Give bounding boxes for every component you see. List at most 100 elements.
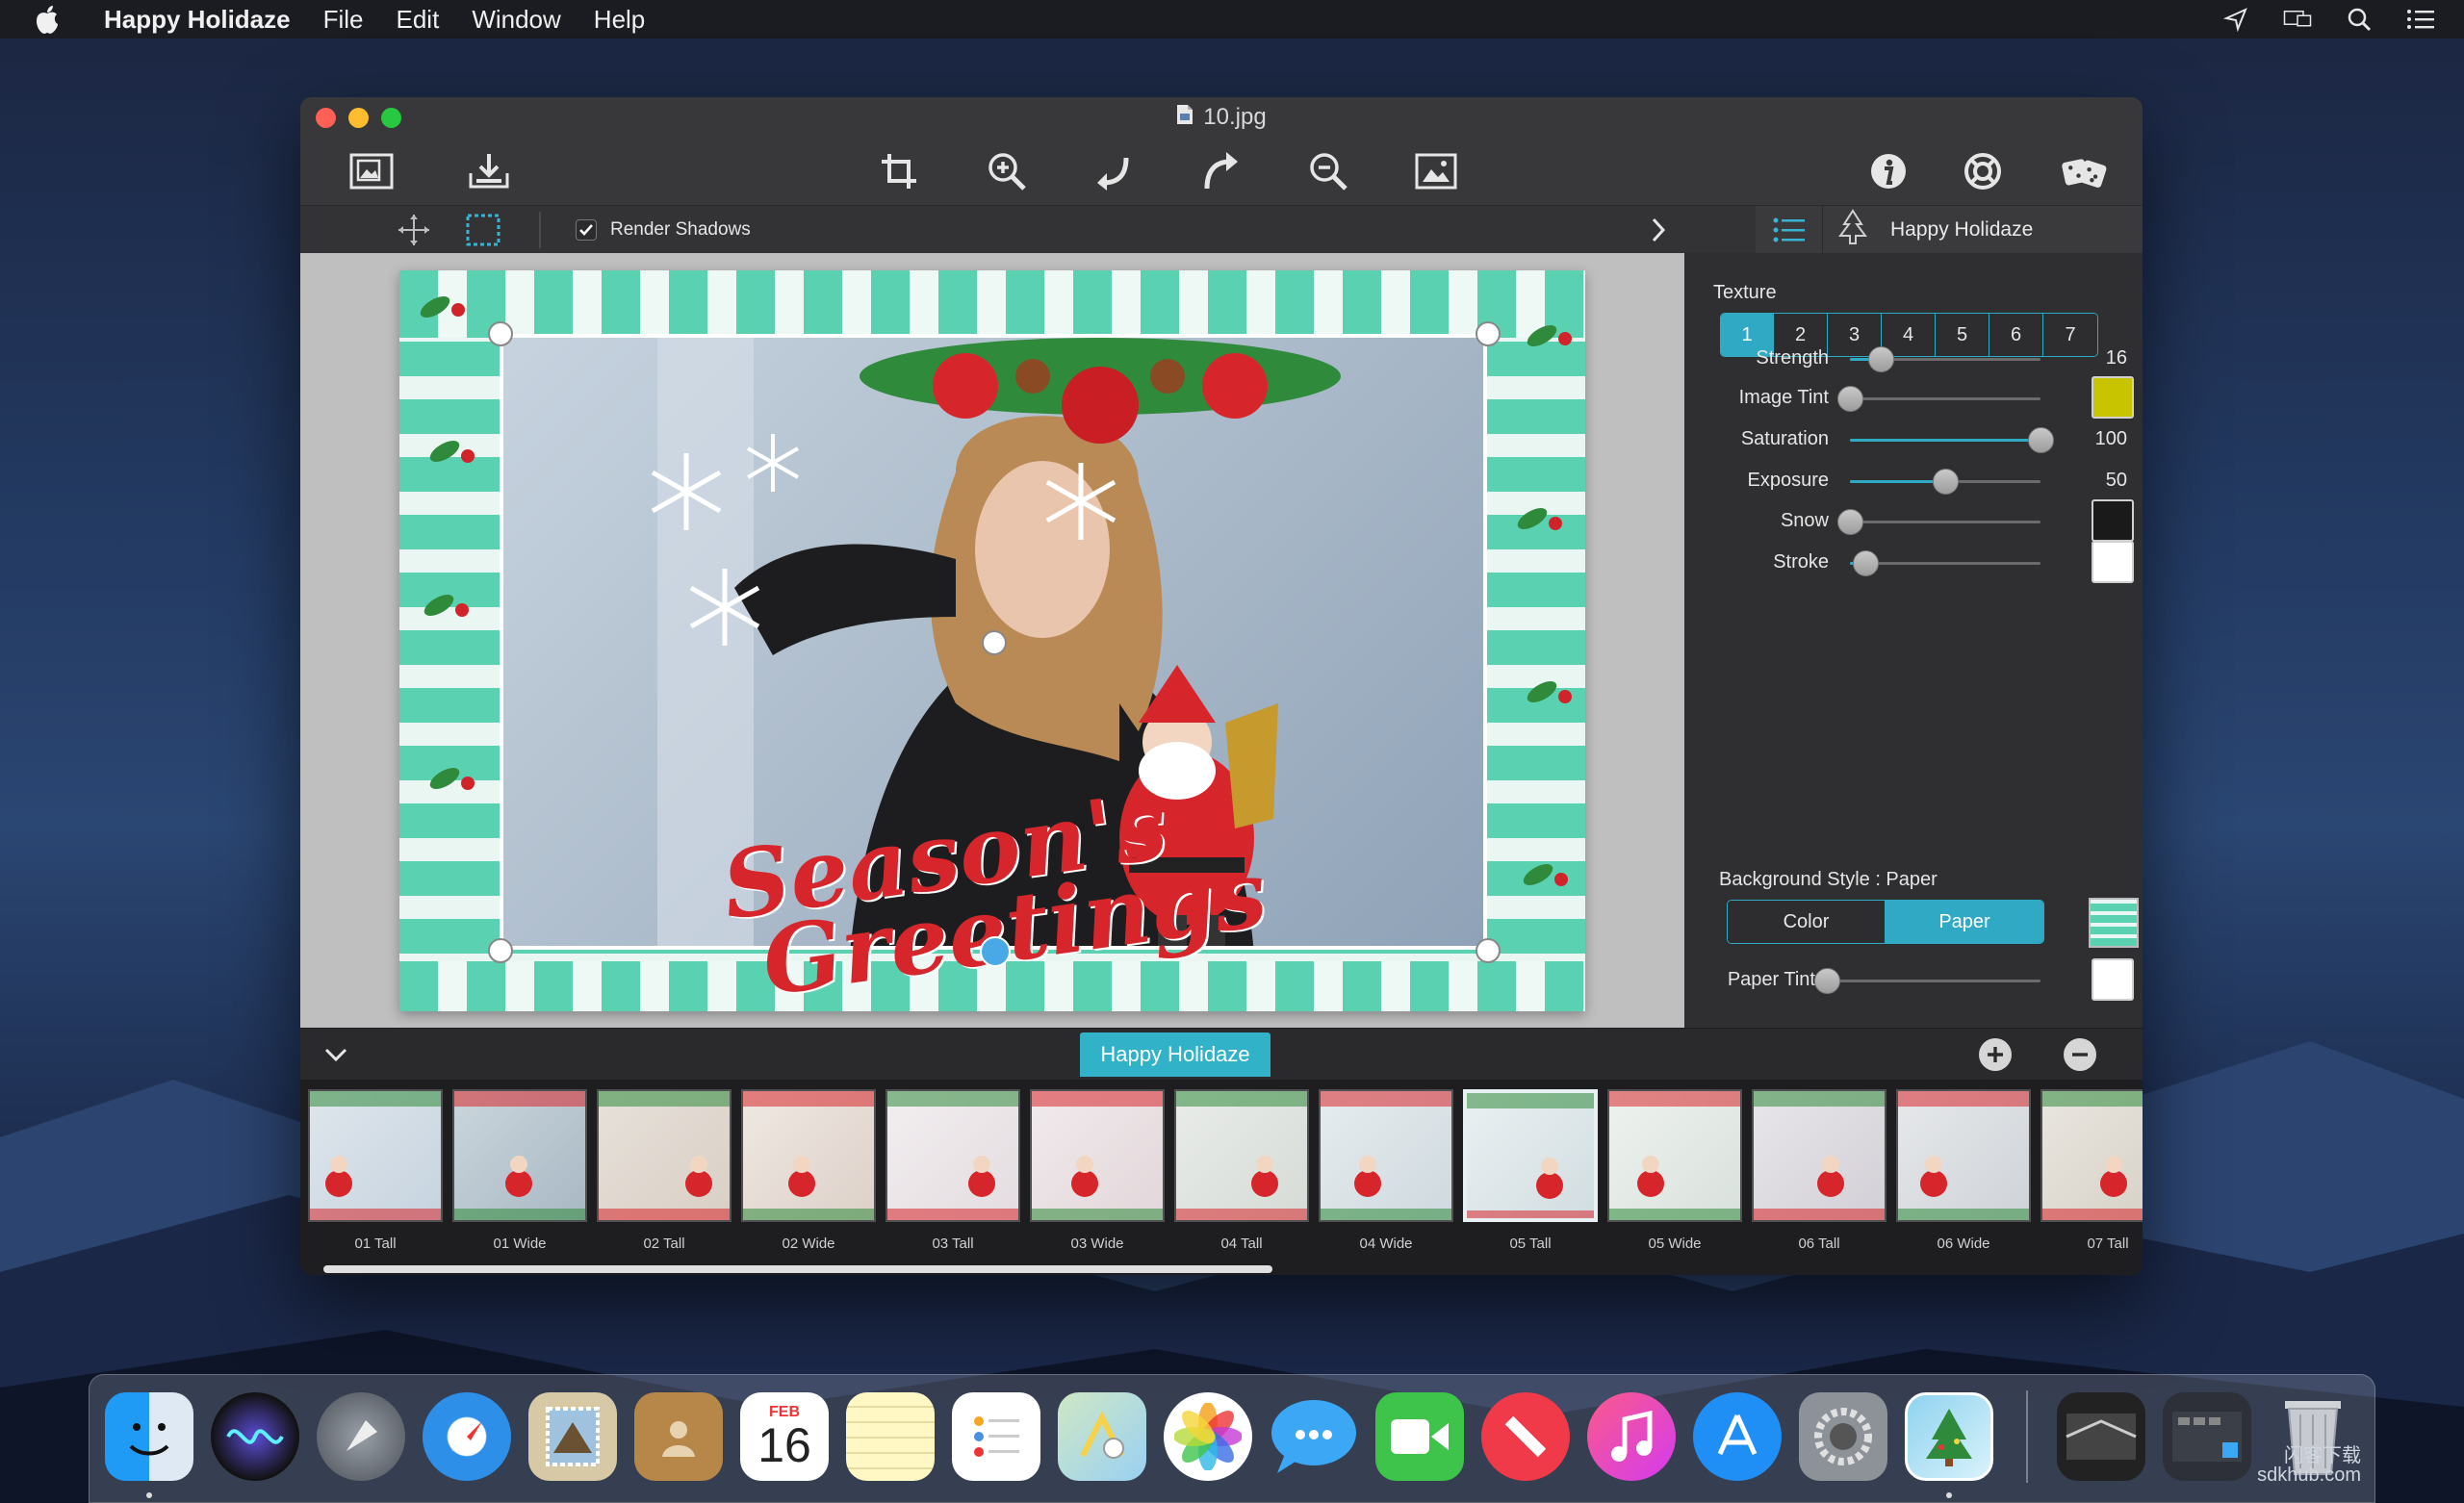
menu-app-name[interactable]: Happy Holidaze [104,5,291,35]
remove-template-button[interactable] [2064,1038,2096,1071]
music-icon[interactable] [1587,1392,1676,1481]
resize-handle-bottom-right[interactable] [1476,938,1501,963]
template-thumb-04-tall[interactable] [1174,1089,1309,1222]
stroke-slider[interactable] [1850,550,2040,576]
notification-center-icon[interactable] [2406,7,2435,32]
resize-handle-top-right[interactable] [1476,321,1501,346]
notes-icon[interactable] [846,1392,935,1481]
save-export-button[interactable] [466,149,512,193]
template-thumb-06-wide[interactable] [1896,1089,2031,1222]
chevron-right-icon[interactable] [1650,216,1667,244]
screenshots-stack-icon[interactable] [2163,1392,2251,1481]
add-template-button[interactable] [1979,1038,2012,1071]
canvas-area[interactable]: Season's Greetings [300,253,1684,1028]
menu-file[interactable]: File [323,5,364,35]
render-shadows-checkbox[interactable] [576,219,597,241]
template-thumb-05-tall[interactable] [1463,1089,1598,1222]
snow-color-swatch[interactable] [2092,499,2134,542]
move-tool-icon[interactable] [397,215,431,245]
resize-handle-top-left[interactable] [488,321,513,346]
template-thumb-02-wide[interactable] [741,1089,876,1222]
template-thumb-02-tall[interactable] [597,1089,732,1222]
paper-tint-slider-knob[interactable] [1814,968,1840,994]
finder-icon[interactable] [105,1392,193,1481]
open-image-button[interactable] [348,149,395,193]
strength-slider[interactable] [1850,346,2040,372]
spotlight-search-icon[interactable] [2345,7,2374,32]
messages-icon[interactable] [1270,1392,1358,1481]
minimize-button[interactable] [348,108,369,128]
safari-icon[interactable] [423,1392,511,1481]
apple-icon[interactable] [35,5,62,34]
menu-edit[interactable]: Edit [397,5,440,35]
snow-slider[interactable] [1837,509,2040,535]
background-option-color[interactable]: Color [1728,901,1886,943]
exposure-slider-knob[interactable] [1933,469,1959,495]
location-arrow-icon[interactable] [2221,7,2250,32]
app-store-icon[interactable] [1693,1392,1782,1481]
template-thumb-01-wide[interactable] [452,1089,587,1222]
mail-stamp-icon[interactable] [528,1392,617,1481]
render-shadows-toggle[interactable]: Render Shadows [576,216,751,244]
reminders-icon[interactable] [952,1392,1040,1481]
image-tint-slider-knob[interactable] [1837,386,1863,412]
window-title: 10.jpg [1203,104,1267,130]
saturation-slider-knob[interactable] [2028,427,2054,453]
chevron-down-icon[interactable] [321,1041,350,1068]
rotate-left-button[interactable] [1090,149,1136,193]
saturation-slider[interactable] [1850,427,2054,453]
launchpad-icon[interactable] [317,1392,405,1481]
template-thumb-01-tall[interactable] [308,1089,443,1222]
greeting-card-preview[interactable]: Season's Greetings [399,270,1585,1017]
select-rectangle-icon[interactable] [466,214,500,246]
facetime-icon[interactable] [1375,1392,1464,1481]
display-mirroring-icon[interactable] [2283,7,2312,32]
stroke-slider-knob[interactable] [1852,550,1879,576]
contacts-icon[interactable] [634,1392,723,1481]
template-thumb-05-wide[interactable] [1607,1089,1742,1222]
template-label-05-wide: 05 Wide [1648,1236,1702,1252]
photos-icon[interactable] [1164,1392,1252,1481]
watermark-line-2: sdkhub.com [2257,1465,2361,1486]
background-option-paper[interactable]: Paper [1886,901,2043,943]
stroke-color-swatch[interactable] [2092,541,2134,583]
template-thumb-03-wide[interactable] [1030,1089,1165,1222]
happy-holidaze-app-icon[interactable] [1905,1392,1993,1481]
move-handle-center[interactable] [982,630,1007,655]
list-view-icon[interactable] [1756,206,1823,254]
calendar-icon[interactable]: FEB 16 [740,1392,829,1481]
zoom-button[interactable] [381,108,401,128]
rotate-handle-bottom[interactable] [980,936,1011,967]
strength-slider-knob[interactable] [1867,346,1894,372]
zoom-in-button[interactable] [984,149,1030,193]
template-collection-tab[interactable]: Happy Holidaze [1080,1032,1270,1077]
info-button[interactable] [1865,149,1912,193]
template-thumb-03-tall[interactable] [886,1089,1020,1222]
snow-slider-knob[interactable] [1837,509,1863,535]
paper-tint-color-swatch[interactable] [2092,958,2134,1001]
filmstrip-scrollbar[interactable] [323,1265,1272,1273]
paper-texture-swatch[interactable] [2089,898,2139,948]
rotate-right-button[interactable] [1197,149,1244,193]
fit-image-button[interactable] [1413,149,1459,193]
system-preferences-icon[interactable] [1799,1392,1887,1481]
crop-button[interactable] [876,149,922,193]
help-lifebuoy-button[interactable] [1960,149,2006,193]
template-thumb-04-wide[interactable] [1319,1089,1453,1222]
template-thumb-06-tall[interactable] [1752,1089,1886,1222]
exposure-slider[interactable] [1850,469,2040,495]
resize-handle-bottom-left[interactable] [488,938,513,963]
close-button[interactable] [316,108,336,128]
paper-tint-slider[interactable] [1814,968,2040,994]
random-dice-button[interactable] [2062,149,2108,193]
menu-help[interactable]: Help [594,5,645,35]
image-tint-slider[interactable] [1837,386,2040,412]
menu-window[interactable]: Window [472,5,560,35]
maps-icon[interactable] [1058,1392,1146,1481]
template-thumb-07-tall[interactable] [2040,1089,2143,1222]
downloads-stack-icon[interactable] [2057,1392,2145,1481]
news-icon[interactable] [1481,1392,1570,1481]
siri-icon[interactable] [211,1392,299,1481]
zoom-out-button[interactable] [1305,149,1351,193]
image-tint-color-swatch[interactable] [2092,376,2134,419]
